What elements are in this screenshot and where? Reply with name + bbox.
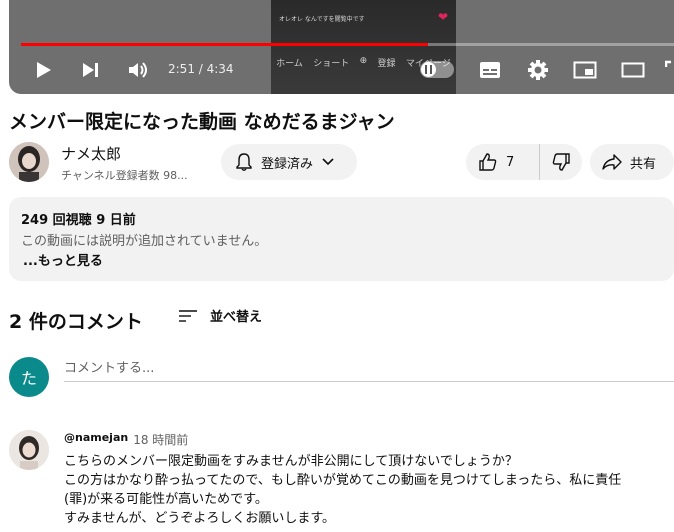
play-icon xyxy=(37,62,51,78)
comment-line: この方はかなり酔っ払ってたので、もし酔いが覚めてこの動画を見つけてしまったら、私… xyxy=(64,473,622,488)
like-button[interactable]: 7 xyxy=(466,144,540,180)
progress-bar[interactable] xyxy=(21,43,674,46)
share-button[interactable]: 共有 xyxy=(590,144,674,180)
channel-avatar-image xyxy=(9,142,49,182)
comment-text: こちらのメンバー限定動画をすみませんが非公開にして頂けないでしょうか？ この方は… xyxy=(64,452,674,528)
volume-icon xyxy=(129,62,147,78)
time-display: 2:51 / 4:34 xyxy=(168,62,234,76)
subscribe-label: 登録済み xyxy=(261,156,314,172)
comment-line: こちらのメンバー限定動画をすみませんが非公開にして頂けないでしょうか？ xyxy=(64,454,518,469)
settings-button[interactable] xyxy=(527,57,549,83)
theater-icon xyxy=(621,62,645,78)
play-button[interactable] xyxy=(35,57,53,83)
description-text: この動画には説明が追加されていません。 xyxy=(21,234,268,249)
heart-icon: ❤ xyxy=(437,10,448,24)
channel-name[interactable]: ナメ太郎 xyxy=(61,143,121,164)
comment-line: すみませんが、どうぞよろしくお願いします。 xyxy=(64,511,336,526)
subscriber-count: チャンネル登録者数 98... xyxy=(61,169,188,182)
miniplayer-icon xyxy=(573,61,597,79)
thumbs-down-icon xyxy=(552,153,570,171)
comment-line: (罪)が来る可能性が高いためです。 xyxy=(64,492,268,507)
comment-time[interactable]: 18 時間前 xyxy=(133,431,188,448)
subscribe-button[interactable]: 登録済み xyxy=(221,144,357,180)
comment-author[interactable]: @namejan xyxy=(64,431,128,448)
comment-avatar[interactable] xyxy=(9,430,49,470)
channel-avatar[interactable] xyxy=(9,142,49,182)
share-label: 共有 xyxy=(630,156,657,172)
frame-nav-shorts: ショート xyxy=(313,59,350,69)
fullscreen-button[interactable] xyxy=(665,57,674,83)
like-dislike-group: 7 xyxy=(466,144,582,180)
sort-button[interactable]: 並べ替え xyxy=(178,306,262,325)
thumbs-up-icon xyxy=(479,153,497,171)
video-title: メンバー限定になった動画 なめだるまジャン xyxy=(9,111,395,133)
captions-button[interactable] xyxy=(479,57,501,83)
comment-avatar-image xyxy=(9,430,49,470)
my-avatar[interactable]: た xyxy=(9,357,49,397)
gear-icon xyxy=(528,60,548,80)
miniplayer-button[interactable] xyxy=(573,57,597,83)
sort-icon xyxy=(179,309,197,322)
frame-nav-plus-icon: ⊕ xyxy=(359,56,368,66)
autoplay-toggle[interactable] xyxy=(420,61,454,78)
frame-nav-home: ホーム xyxy=(276,59,303,69)
share-icon xyxy=(602,154,622,170)
view-count-date: 249 回視聴 9 日前 xyxy=(21,213,136,228)
description-box[interactable]: 249 回視聴 9 日前 この動画には説明が追加されていません。 ...もっと見… xyxy=(9,197,674,281)
frame-nav-subs: 登録 xyxy=(377,59,396,69)
sort-label: 並べ替え xyxy=(210,310,263,325)
theater-button[interactable] xyxy=(621,57,645,83)
fullscreen-icon xyxy=(665,60,671,67)
comment-header: @namejan 18 時間前 xyxy=(64,431,188,448)
dislike-button[interactable] xyxy=(540,144,582,180)
bell-icon xyxy=(236,153,252,171)
progress-bar-fill xyxy=(21,43,428,46)
pause-icon xyxy=(425,65,432,74)
video-player[interactable]: オレオレ なんですを閲覧中です ❤ ホーム ショート ⊕ 登録 マイページ 2:… xyxy=(9,0,674,94)
comment-input[interactable] xyxy=(64,356,674,382)
comment-count: 2 件のコメント xyxy=(9,311,143,333)
next-button[interactable] xyxy=(81,57,101,83)
video-frame: オレオレ なんですを閲覧中です ❤ ホーム ショート ⊕ 登録 マイページ xyxy=(271,0,456,94)
like-count: 7 xyxy=(506,154,515,170)
show-more-link[interactable]: ...もっと見る xyxy=(23,250,103,269)
volume-button[interactable] xyxy=(127,57,151,83)
captions-icon xyxy=(480,62,500,78)
chevron-down-icon xyxy=(322,158,334,166)
video-overlay-text: オレオレ なんですを閲覧中です xyxy=(279,16,365,23)
next-icon xyxy=(83,63,98,77)
